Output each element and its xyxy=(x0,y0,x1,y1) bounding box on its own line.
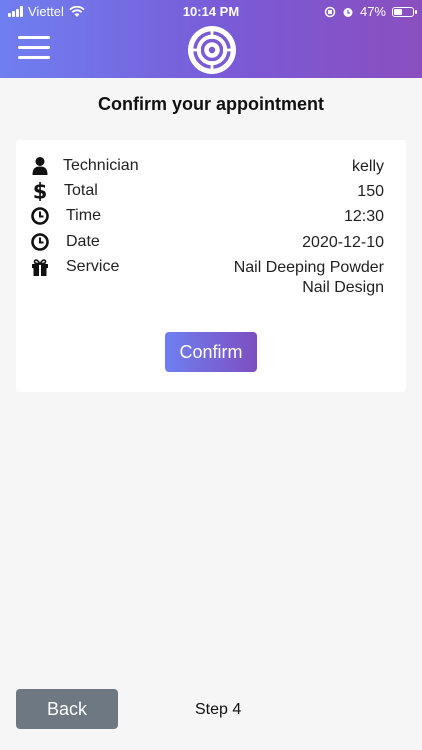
detail-row-technician: Technician kelly xyxy=(16,154,406,178)
status-bar: Viettel 10:14 PM 47% xyxy=(0,0,422,22)
user-icon xyxy=(32,157,48,175)
detail-label: Technician xyxy=(63,157,139,174)
detail-value: kelly xyxy=(351,158,384,175)
clock-icon xyxy=(31,207,49,225)
svg-text:$: $ xyxy=(33,181,48,201)
detail-value-list: Nail Deeping Powder Nail Design xyxy=(234,258,384,298)
service-item: Nail Design xyxy=(302,279,384,296)
app-header: Viettel 10:14 PM 47% xyxy=(0,0,422,78)
detail-value: 2020-12-10 xyxy=(302,234,384,251)
menu-button[interactable] xyxy=(18,36,50,62)
gift-icon xyxy=(32,259,48,276)
detail-label: Service xyxy=(66,258,120,275)
detail-row-total: $ Total 150 xyxy=(16,179,406,203)
detail-value: 150 xyxy=(357,183,384,200)
rotation-lock-icon xyxy=(324,6,336,17)
confirm-button[interactable]: Confirm xyxy=(165,332,257,372)
detail-label: Date xyxy=(66,233,100,250)
step-indicator: Step 4 xyxy=(195,701,242,718)
alarm-icon xyxy=(343,7,353,17)
detail-row-date: Date 2020-12-10 xyxy=(16,230,406,254)
detail-label: Time xyxy=(66,207,101,224)
page-title: Confirm your appointment xyxy=(98,94,324,114)
back-button[interactable]: Back xyxy=(16,689,118,729)
service-item: Nail Deeping Powder xyxy=(233,259,384,276)
clock-icon xyxy=(31,233,49,251)
detail-row-time: Time 12:30 xyxy=(16,204,406,228)
battery-percent: 47% xyxy=(359,4,386,19)
battery-icon xyxy=(392,6,417,17)
appointment-card: Technician kelly $ Total 150 Time 12:30 … xyxy=(16,140,406,392)
target-logo[interactable] xyxy=(186,24,238,76)
detail-label: Total xyxy=(64,182,98,199)
detail-value: 12:30 xyxy=(343,208,384,225)
dollar-icon: $ xyxy=(33,181,48,201)
detail-row-service: Service Nail Deeping Powder Nail Design xyxy=(16,255,406,301)
hamburger-icon xyxy=(18,36,50,39)
